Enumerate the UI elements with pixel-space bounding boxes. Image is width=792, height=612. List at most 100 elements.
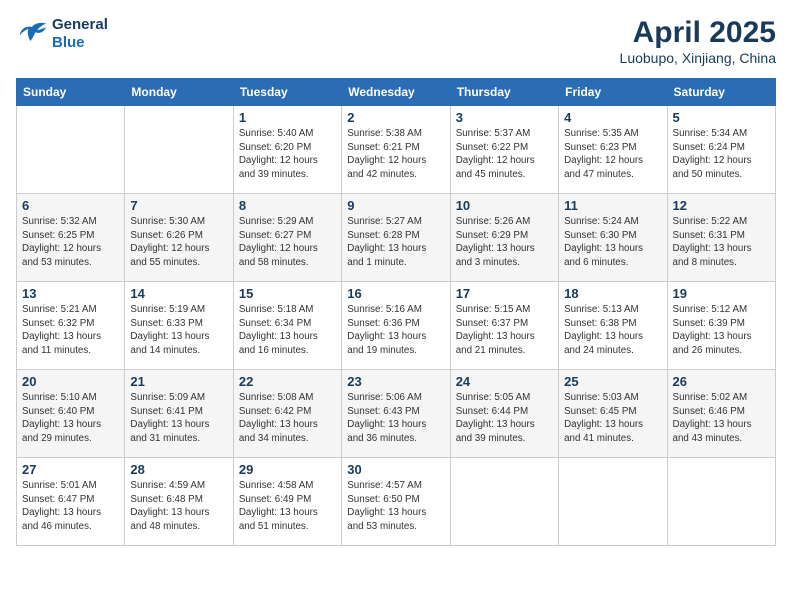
calendar-cell: 24 Sunrise: 5:05 AM Sunset: 6:44 PM Dayli… [450, 370, 558, 458]
day-info: Sunrise: 5:09 AM Sunset: 6:41 PM Dayligh… [130, 391, 227, 446]
calendar-cell: 3 Sunrise: 5:37 AM Sunset: 6:22 PM Daylig… [450, 106, 558, 194]
day-info: Sunrise: 5:34 AM Sunset: 6:24 PM Dayligh… [673, 127, 770, 182]
day-number: 6 [22, 198, 119, 213]
day-number: 12 [673, 198, 770, 213]
calendar-cell: 10 Sunrise: 5:26 AM Sunset: 6:29 PM Dayli… [450, 194, 558, 282]
weekday-saturday: Saturday [667, 79, 775, 106]
day-info: Sunrise: 5:01 AM Sunset: 6:47 PM Dayligh… [22, 479, 119, 534]
calendar-cell: 29Sunrise: 4:58 AM Sunset: 6:49 PM Dayli… [233, 458, 341, 546]
weekday-sunday: Sunday [17, 79, 125, 106]
calendar-cell [450, 458, 558, 546]
calendar-cell: 21 Sunrise: 5:09 AM Sunset: 6:41 PM Dayli… [125, 370, 233, 458]
day-info: Sunrise: 5:19 AM Sunset: 6:33 PM Dayligh… [130, 303, 227, 358]
day-number: 25 [564, 374, 661, 389]
week-row-3: 13Sunrise: 5:21 AM Sunset: 6:32 PM Dayli… [17, 282, 776, 370]
calendar-cell: 16 Sunrise: 5:16 AM Sunset: 6:36 PM Dayli… [342, 282, 450, 370]
calendar-cell: 20Sunrise: 5:10 AM Sunset: 6:40 PM Dayli… [17, 370, 125, 458]
day-number: 2 [347, 110, 444, 125]
week-row-5: 27 Sunrise: 5:01 AM Sunset: 6:47 PM Dayli… [17, 458, 776, 546]
day-info: Sunrise: 5:32 AM Sunset: 6:25 PM Dayligh… [22, 215, 119, 270]
day-number: 13 [22, 286, 119, 301]
calendar-cell: 12Sunrise: 5:22 AM Sunset: 6:31 PM Dayli… [667, 194, 775, 282]
day-number: 17 [456, 286, 553, 301]
calendar-cell: 2 Sunrise: 5:38 AM Sunset: 6:21 PM Daylig… [342, 106, 450, 194]
day-info: Sunrise: 5:26 AM Sunset: 6:29 PM Dayligh… [456, 215, 553, 270]
month-title: April 2025 [620, 16, 776, 50]
day-number: 1 [239, 110, 336, 125]
day-number: 30 [347, 462, 444, 477]
page-header: General Blue April 2025 Luobupo, Xinjian… [16, 16, 776, 66]
day-info: Sunrise: 5:05 AM Sunset: 6:44 PM Dayligh… [456, 391, 553, 446]
day-info: Sunrise: 5:18 AM Sunset: 6:34 PM Dayligh… [239, 303, 336, 358]
week-row-2: 6 Sunrise: 5:32 AM Sunset: 6:25 PM Daylig… [17, 194, 776, 282]
calendar-cell [17, 106, 125, 194]
day-info: Sunrise: 5:30 AM Sunset: 6:26 PM Dayligh… [130, 215, 227, 270]
day-number: 23 [347, 374, 444, 389]
logo: General Blue [16, 16, 108, 52]
day-info: Sunrise: 5:12 AM Sunset: 6:39 PM Dayligh… [673, 303, 770, 358]
calendar-cell: 13Sunrise: 5:21 AM Sunset: 6:32 PM Dayli… [17, 282, 125, 370]
calendar-cell: 1 Sunrise: 5:40 AM Sunset: 6:20 PM Daylig… [233, 106, 341, 194]
calendar-cell: 18 Sunrise: 5:13 AM Sunset: 6:38 PM Dayli… [559, 282, 667, 370]
day-info: Sunrise: 5:02 AM Sunset: 6:46 PM Dayligh… [673, 391, 770, 446]
day-number: 16 [347, 286, 444, 301]
day-info: Sunrise: 5:40 AM Sunset: 6:20 PM Dayligh… [239, 127, 336, 182]
day-info: Sunrise: 5:37 AM Sunset: 6:22 PM Dayligh… [456, 127, 553, 182]
day-number: 15 [239, 286, 336, 301]
calendar-cell [125, 106, 233, 194]
calendar-cell [559, 458, 667, 546]
day-number: 27 [22, 462, 119, 477]
day-number: 19 [673, 286, 770, 301]
day-number: 3 [456, 110, 553, 125]
week-row-4: 20Sunrise: 5:10 AM Sunset: 6:40 PM Dayli… [17, 370, 776, 458]
day-number: 8 [239, 198, 336, 213]
day-info: Sunrise: 5:38 AM Sunset: 6:21 PM Dayligh… [347, 127, 444, 182]
weekday-monday: Monday [125, 79, 233, 106]
calendar-cell: 14Sunrise: 5:19 AM Sunset: 6:33 PM Dayli… [125, 282, 233, 370]
day-number: 5 [673, 110, 770, 125]
calendar-cell: 25 Sunrise: 5:03 AM Sunset: 6:45 PM Dayli… [559, 370, 667, 458]
day-number: 9 [347, 198, 444, 213]
logo-text-general: General Blue [52, 16, 108, 52]
day-info: Sunrise: 5:10 AM Sunset: 6:40 PM Dayligh… [22, 391, 119, 446]
day-info: Sunrise: 5:24 AM Sunset: 6:30 PM Dayligh… [564, 215, 661, 270]
calendar-cell [667, 458, 775, 546]
day-info: Sunrise: 5:16 AM Sunset: 6:36 PM Dayligh… [347, 303, 444, 358]
weekday-tuesday: Tuesday [233, 79, 341, 106]
day-number: 24 [456, 374, 553, 389]
day-number: 7 [130, 198, 227, 213]
day-number: 11 [564, 198, 661, 213]
day-number: 29 [239, 462, 336, 477]
calendar-cell: 19 Sunrise: 5:12 AM Sunset: 6:39 PM Dayli… [667, 282, 775, 370]
calendar-cell: 17Sunrise: 5:15 AM Sunset: 6:37 PM Dayli… [450, 282, 558, 370]
calendar-cell: 30Sunrise: 4:57 AM Sunset: 6:50 PM Dayli… [342, 458, 450, 546]
day-info: Sunrise: 5:08 AM Sunset: 6:42 PM Dayligh… [239, 391, 336, 446]
day-number: 26 [673, 374, 770, 389]
calendar-cell: 6 Sunrise: 5:32 AM Sunset: 6:25 PM Daylig… [17, 194, 125, 282]
day-info: Sunrise: 5:13 AM Sunset: 6:38 PM Dayligh… [564, 303, 661, 358]
day-number: 10 [456, 198, 553, 213]
calendar-cell: 23 Sunrise: 5:06 AM Sunset: 6:43 PM Dayli… [342, 370, 450, 458]
weekday-header-row: SundayMondayTuesdayWednesdayThursdayFrid… [17, 79, 776, 106]
week-row-1: 1 Sunrise: 5:40 AM Sunset: 6:20 PM Daylig… [17, 106, 776, 194]
day-info: Sunrise: 5:06 AM Sunset: 6:43 PM Dayligh… [347, 391, 444, 446]
day-number: 21 [130, 374, 227, 389]
calendar-cell: 8 Sunrise: 5:29 AM Sunset: 6:27 PM Daylig… [233, 194, 341, 282]
day-info: Sunrise: 5:03 AM Sunset: 6:45 PM Dayligh… [564, 391, 661, 446]
weekday-thursday: Thursday [450, 79, 558, 106]
day-info: Sunrise: 4:59 AM Sunset: 6:48 PM Dayligh… [130, 479, 227, 534]
calendar-cell: 27 Sunrise: 5:01 AM Sunset: 6:47 PM Dayli… [17, 458, 125, 546]
calendar-cell: 11 Sunrise: 5:24 AM Sunset: 6:30 PM Dayli… [559, 194, 667, 282]
calendar-cell: 4Sunrise: 5:35 AM Sunset: 6:23 PM Daylig… [559, 106, 667, 194]
day-info: Sunrise: 5:27 AM Sunset: 6:28 PM Dayligh… [347, 215, 444, 270]
location: Luobupo, Xinjiang, China [620, 50, 776, 66]
weekday-wednesday: Wednesday [342, 79, 450, 106]
calendar-cell: 15 Sunrise: 5:18 AM Sunset: 6:34 PM Dayli… [233, 282, 341, 370]
day-info: Sunrise: 5:35 AM Sunset: 6:23 PM Dayligh… [564, 127, 661, 182]
day-number: 18 [564, 286, 661, 301]
calendar-cell: 26 Sunrise: 5:02 AM Sunset: 6:46 PM Dayli… [667, 370, 775, 458]
calendar-cell: 7 Sunrise: 5:30 AM Sunset: 6:26 PM Daylig… [125, 194, 233, 282]
day-info: Sunrise: 5:29 AM Sunset: 6:27 PM Dayligh… [239, 215, 336, 270]
calendar-cell: 5 Sunrise: 5:34 AM Sunset: 6:24 PM Daylig… [667, 106, 775, 194]
title-block: April 2025 Luobupo, Xinjiang, China [620, 16, 776, 66]
